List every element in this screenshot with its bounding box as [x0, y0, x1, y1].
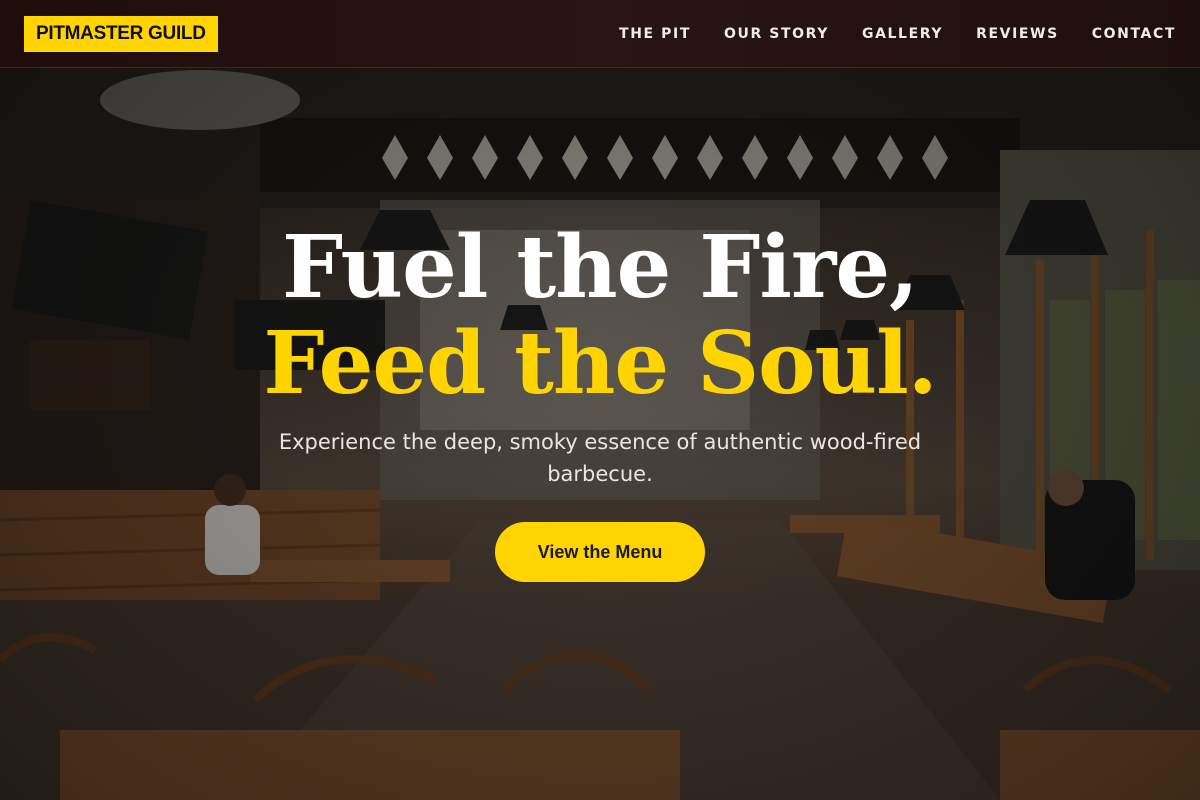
nav-link-gallery[interactable]: GALLERY [862, 26, 943, 42]
hero-content: Fuel the Fire, Feed the Soul. Experience… [0, 220, 1200, 582]
top-navbar: PITMASTER GUILD THE PIT OUR STORY GALLER… [0, 0, 1200, 68]
nav-link-reviews[interactable]: REVIEWS [976, 26, 1059, 42]
headline-line-2: Feed the Soul. [263, 313, 937, 414]
nav-link-our-story[interactable]: OUR STORY [724, 26, 829, 42]
hero-subtext: Experience the deep, smoky essence of au… [278, 430, 922, 486]
nav-link-contact[interactable]: CONTACT [1092, 26, 1176, 42]
headline-line-1: Fuel the Fire, [282, 217, 919, 318]
view-menu-button[interactable]: View the Menu [495, 522, 705, 582]
hero-headline: Fuel the Fire, Feed the Soul. [0, 220, 1200, 412]
nav-link-the-pit[interactable]: THE PIT [619, 26, 691, 42]
nav-links: THE PIT OUR STORY GALLERY REVIEWS CONTAC… [586, 26, 1176, 42]
site-logo[interactable]: PITMASTER GUILD [24, 15, 218, 52]
